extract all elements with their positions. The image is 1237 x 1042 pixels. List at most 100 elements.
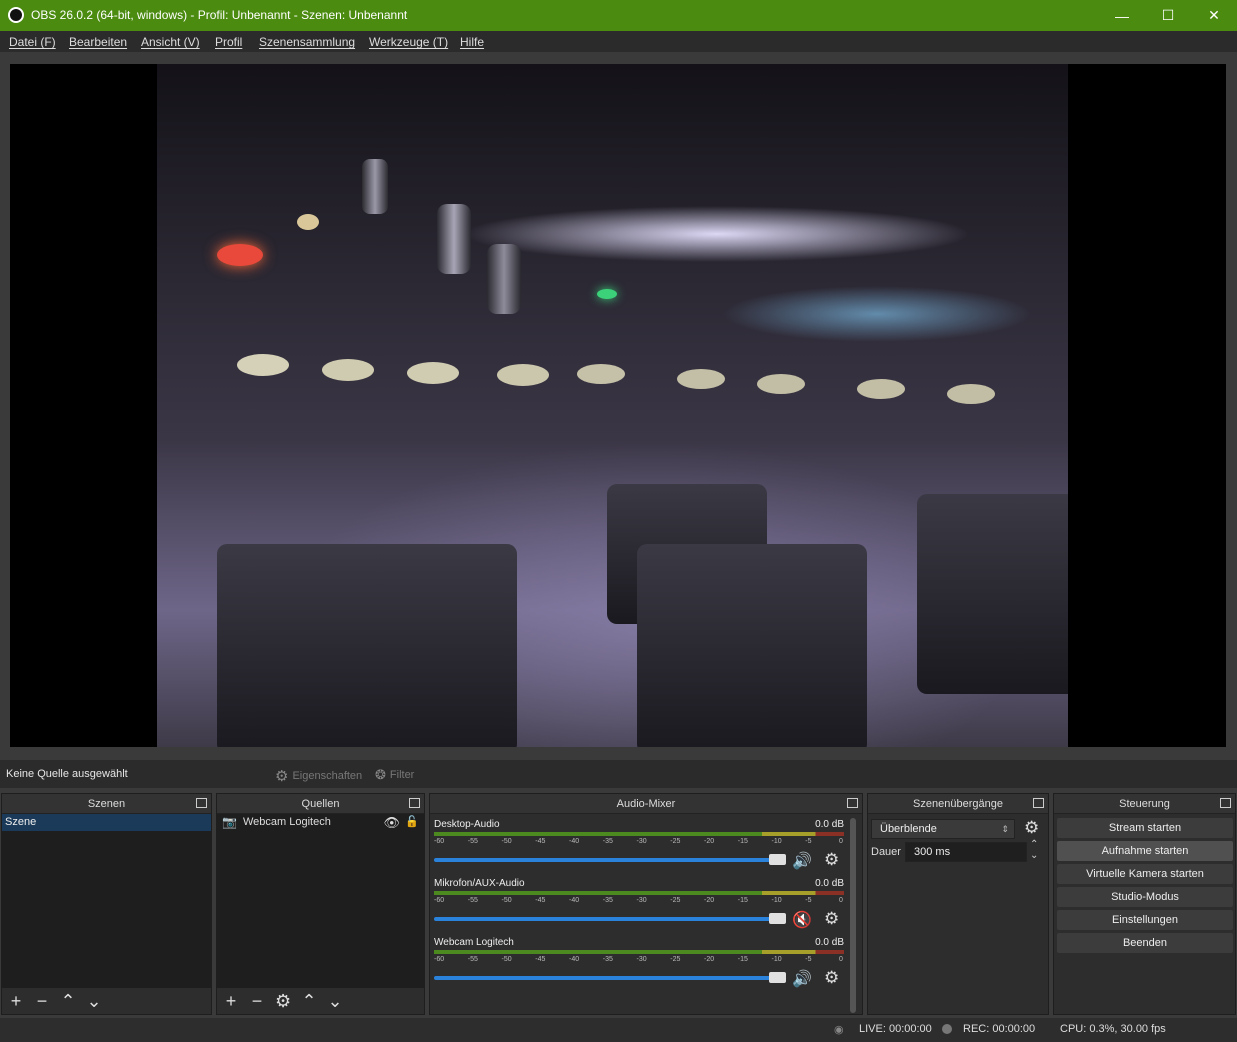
meter-tick-label: -30: [636, 956, 647, 963]
scene-item[interactable]: Szene: [2, 814, 211, 831]
properties-button[interactable]: ⚙ Eigenschaften: [275, 767, 362, 785]
start-stream-button[interactable]: Stream starten: [1057, 818, 1233, 838]
undock-icon[interactable]: [847, 798, 858, 808]
remove-icon[interactable]: −: [34, 992, 50, 1010]
meter-tick-label: -5: [805, 838, 812, 845]
gear-icon[interactable]: ⚙: [824, 909, 839, 929]
close-button[interactable]: ✕: [1191, 0, 1237, 31]
volume-slider-handle[interactable]: [769, 913, 786, 924]
preview-area[interactable]: [10, 64, 1226, 747]
transitions-panel: Szenenübergänge Überblende ⇕ ⚙ Dauer 300…: [867, 793, 1049, 1015]
menu-datei[interactable]: Datei (F): [9, 35, 56, 49]
studio-mode-button[interactable]: Studio-Modus: [1057, 887, 1233, 907]
menu-hilfe[interactable]: Hilfe: [460, 35, 484, 49]
duration-label: Dauer: [871, 846, 901, 858]
scenes-header: Szenen: [2, 794, 211, 814]
broadcast-icon: ◉: [834, 1024, 844, 1036]
sources-header: Quellen: [217, 794, 424, 814]
menu-szenensammlung[interactable]: Szenensammlung: [259, 35, 355, 49]
meter-tick-label: -50: [501, 897, 512, 904]
settings-button[interactable]: Einstellungen: [1057, 910, 1233, 930]
duration-field[interactable]: 300 ms: [905, 842, 1027, 862]
chevron-up-icon[interactable]: ⌃: [60, 992, 76, 1010]
meter-tick-label: -25: [670, 838, 681, 845]
volume-meter: [434, 950, 844, 954]
mixer-scrollbar[interactable]: [850, 818, 856, 1013]
meter-tick-label: 0: [839, 956, 843, 963]
sources-list: 📷 Webcam Logitech 👁 🔓: [217, 814, 424, 988]
menu-ansicht[interactable]: Ansicht (V): [141, 35, 200, 49]
gear-icon[interactable]: ⚙: [275, 992, 291, 1010]
transition-select[interactable]: Überblende ⇕: [871, 819, 1015, 839]
mixer-channel-mic: Mikrofon/AUX-Audio 0.0 dB -60 -55 -50 -45 -4…: [434, 878, 844, 930]
scenes-toolbar: + − ⌃ ⌄: [2, 988, 211, 1014]
mixer-channel-webcam: Webcam Logitech 0.0 dB -60 -55 -50 -45 -40 -3…: [434, 937, 844, 989]
maximize-button[interactable]: ☐: [1145, 0, 1191, 31]
exit-button[interactable]: Beenden: [1057, 933, 1233, 953]
meter-tick-label: -30: [636, 897, 647, 904]
chevron-down-icon[interactable]: ⌄: [327, 992, 343, 1010]
lock-icon[interactable]: 🔓: [405, 814, 419, 831]
start-recording-button[interactable]: Aufnahme starten: [1057, 841, 1233, 861]
eye-icon[interactable]: 👁: [383, 814, 400, 831]
meter-tick-label: -35: [602, 897, 613, 904]
start-virtual-camera-button[interactable]: Virtuelle Kamera starten: [1057, 864, 1233, 884]
volume-slider-handle[interactable]: [769, 972, 786, 983]
gear-icon[interactable]: ⚙: [824, 968, 839, 988]
meter-tick-label: 0: [839, 897, 843, 904]
cpu-status: CPU: 0.3%, 30.00 fps: [1060, 1023, 1166, 1035]
chevron-down-icon[interactable]: ⌄: [86, 992, 102, 1010]
controls-header: Steuerung: [1054, 794, 1235, 814]
menu-bearbeiten[interactable]: Bearbeiten: [69, 35, 127, 49]
meter-tick-label: -15: [737, 838, 748, 845]
window-title: OBS 26.0.2 (64-bit, windows) - Profil: U…: [31, 8, 408, 22]
scenes-panel: Szenen Szene + − ⌃ ⌄: [1, 793, 212, 1015]
audio-mixer-panel: Audio-Mixer Desktop-Audio 0.0 dB -60 -55-…: [429, 793, 863, 1015]
volume-slider[interactable]: [434, 976, 786, 980]
speaker-icon[interactable]: 🔊: [792, 851, 812, 871]
meter-tick-label: -20: [704, 956, 715, 963]
chevron-down-icon[interactable]: ⌄: [1030, 850, 1038, 861]
remove-icon[interactable]: −: [249, 992, 265, 1010]
live-status: LIVE: 00:00:00: [859, 1023, 932, 1035]
meter-tick-label: -15: [737, 956, 748, 963]
sources-toolbar: + − ⚙ ⌃ ⌄: [217, 988, 424, 1014]
filter-button[interactable]: ❂ Filter: [375, 767, 414, 783]
undock-icon[interactable]: [1220, 798, 1231, 808]
gear-icon[interactable]: ⚙: [1024, 818, 1039, 838]
status-bar: ◉ LIVE: 00:00:00 REC: 00:00:00 CPU: 0.3%…: [0, 1018, 1237, 1042]
speaker-icon[interactable]: 🔊: [792, 969, 812, 989]
obs-logo-icon: [8, 7, 24, 23]
meter-tick-label: -10: [771, 897, 782, 904]
gear-icon[interactable]: ⚙: [824, 850, 839, 870]
chevron-up-icon[interactable]: ⌃: [301, 992, 317, 1010]
meter-tick-label: -40: [569, 838, 580, 845]
menu-profil[interactable]: Profil: [215, 35, 242, 49]
add-icon[interactable]: +: [223, 992, 239, 1010]
meter-ticks: -60 -55 -50 -45 -40 -35 -30 -25 -20 -15 -10 -5 0: [434, 956, 844, 966]
camera-icon: 📷: [222, 815, 237, 829]
speaker-muted-icon[interactable]: 🔇: [792, 910, 812, 930]
volume-slider-handle[interactable]: [769, 854, 786, 865]
add-icon[interactable]: +: [8, 992, 24, 1010]
chevron-up-icon[interactable]: ⌃: [1030, 839, 1038, 850]
sources-panel: Quellen 📷 Webcam Logitech 👁 🔓 + − ⚙ ⌃ ⌄: [216, 793, 425, 1015]
minimize-button[interactable]: —: [1099, 0, 1145, 31]
meter-tick-label: -50: [501, 956, 512, 963]
meter-tick-label: -50: [501, 838, 512, 845]
webcam-preview-image: [157, 64, 1068, 747]
undock-icon[interactable]: [196, 798, 207, 808]
volume-slider[interactable]: [434, 858, 786, 862]
meter-tick-label: -10: [771, 956, 782, 963]
gear-icon: ⚙: [275, 768, 289, 785]
undock-icon[interactable]: [1033, 798, 1044, 808]
menu-werkzeuge[interactable]: Werkzeuge (T): [369, 35, 448, 49]
source-toolbar: Keine Quelle ausgewählt ⚙ Eigenschaften …: [0, 760, 1237, 788]
source-item[interactable]: 📷 Webcam Logitech 👁 🔓: [217, 814, 424, 831]
meter-tick-label: -55: [467, 956, 478, 963]
volume-slider[interactable]: [434, 917, 786, 921]
meter-tick-label: 0: [839, 838, 843, 845]
no-source-label: Keine Quelle ausgewählt: [6, 768, 128, 780]
volume-meter: [434, 891, 844, 895]
undock-icon[interactable]: [409, 798, 420, 808]
